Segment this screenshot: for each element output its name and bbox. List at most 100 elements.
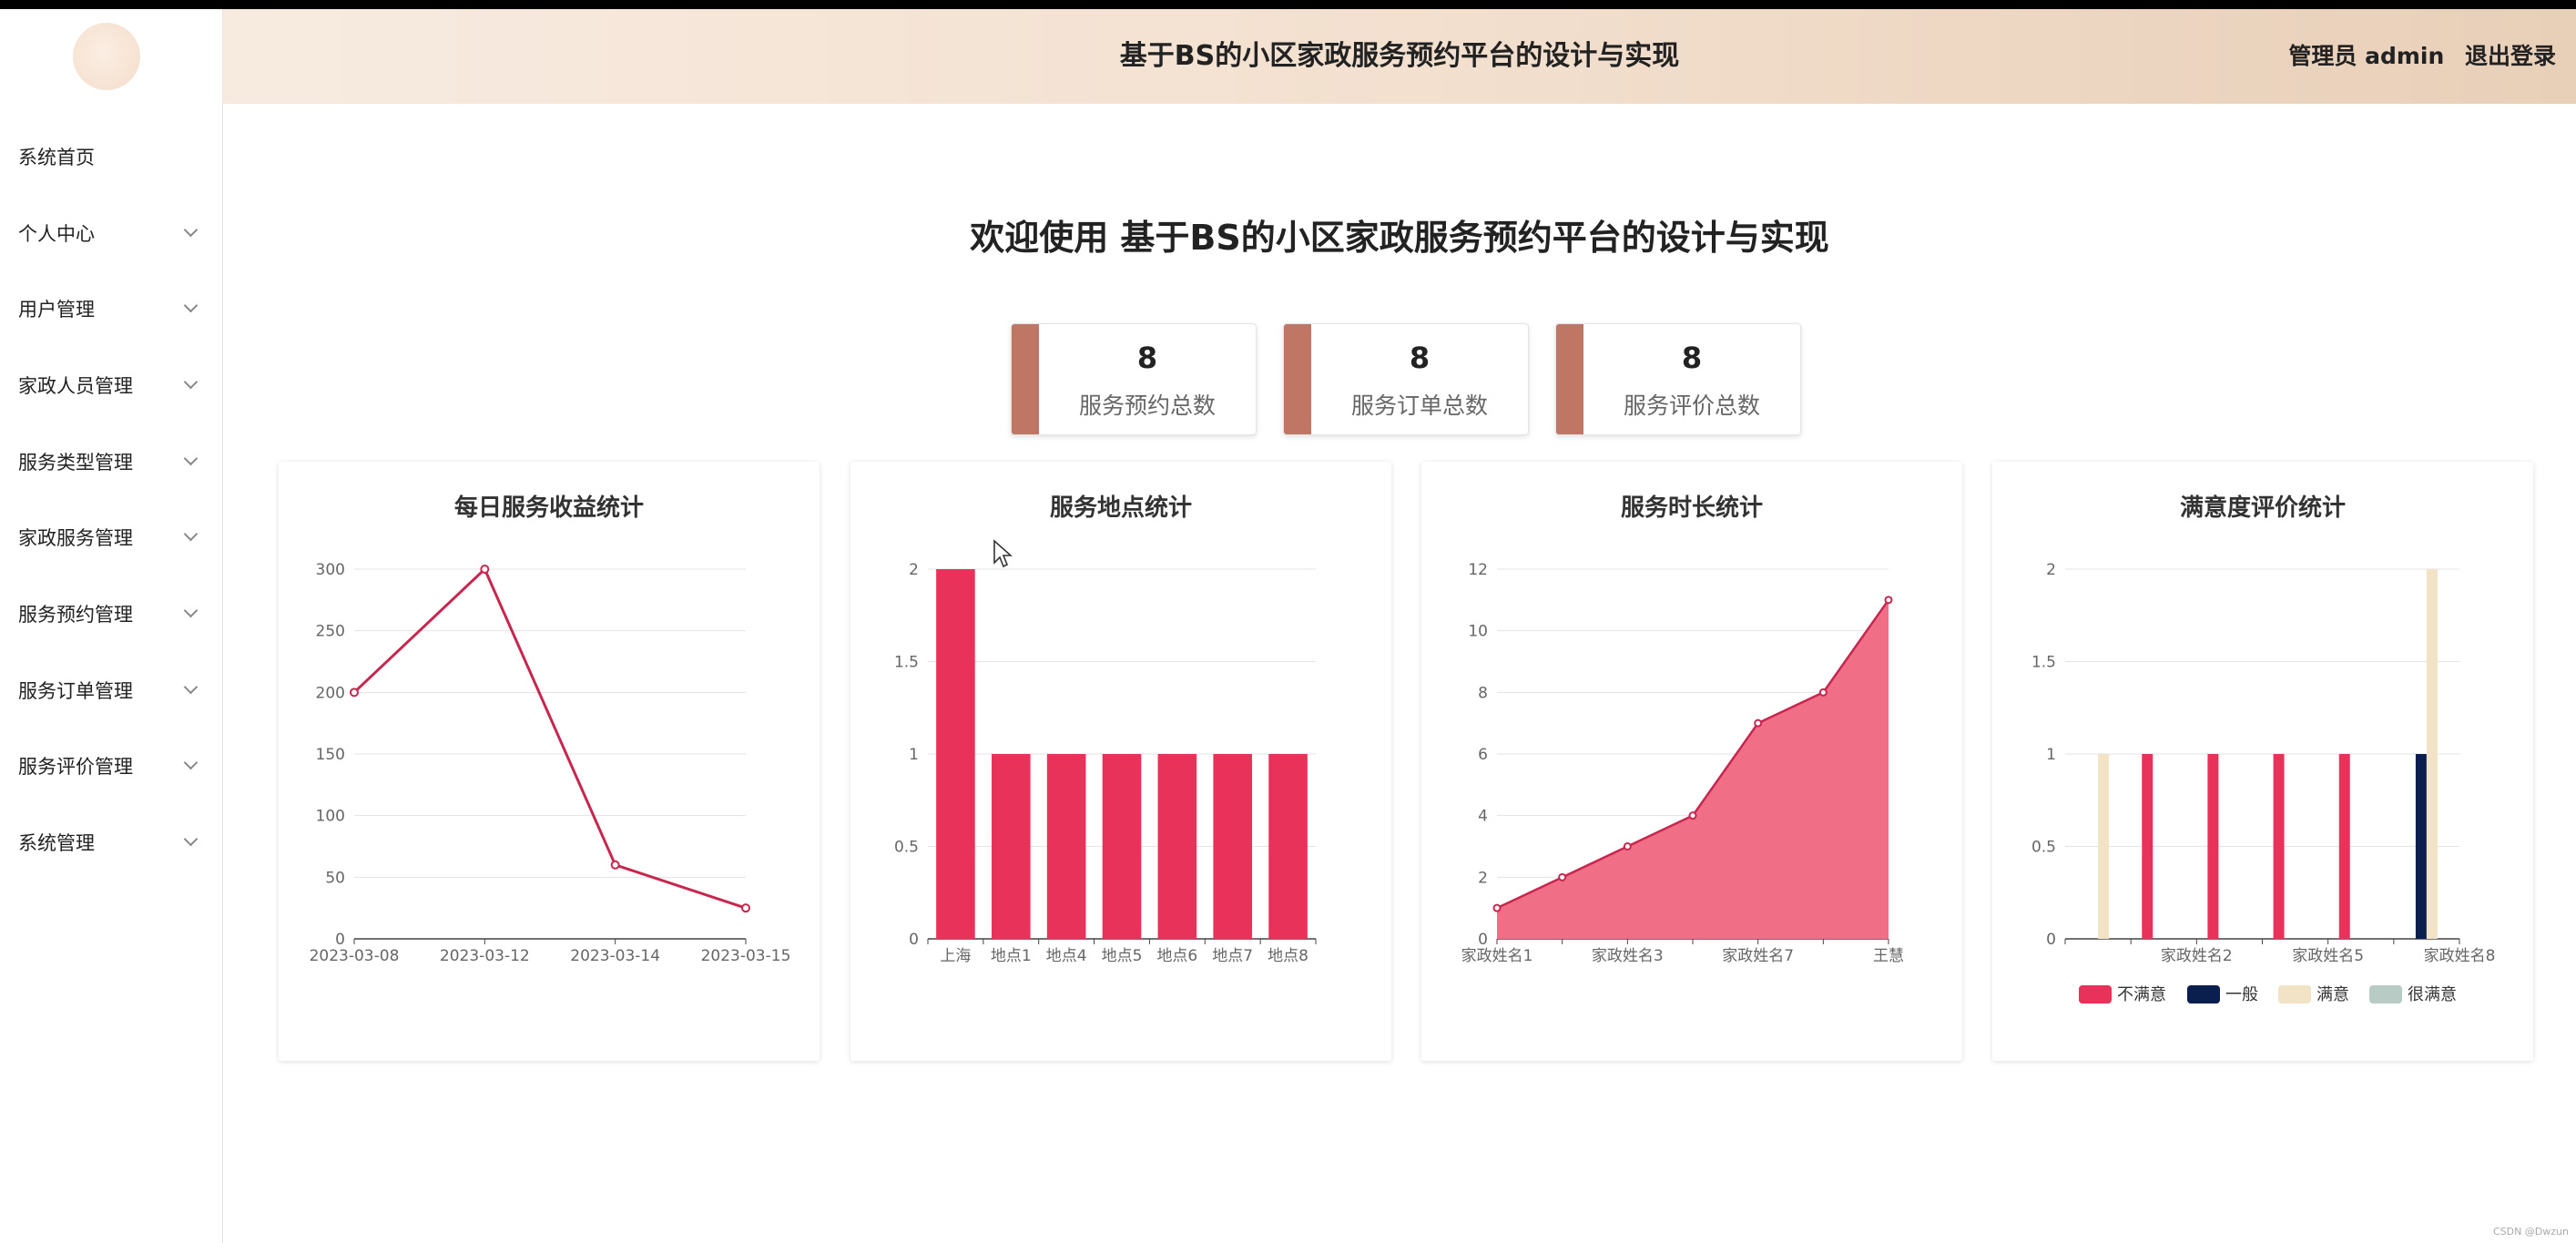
bar <box>936 569 975 939</box>
sidebar-item-label: 系统首页 <box>18 146 95 168</box>
x-tick-label: 地点6 <box>1156 947 1197 965</box>
y-tick-label: 300 <box>316 561 345 579</box>
series-area <box>1497 599 1889 939</box>
data-point <box>1754 718 1763 728</box>
sidebar: 系统首页个人中心用户管理家政人员管理 服务类型管理 家政服务管理服务预约管理服务订单… <box>0 9 223 1243</box>
y-tick-label: 1.5 <box>894 654 919 672</box>
sidebar-item-label: 系统管理 <box>18 832 95 855</box>
data-point <box>1623 842 1632 851</box>
legend-label: 一般 <box>2225 985 2258 1004</box>
revenue-line-chart: 0 50 100 150 200 250 300 2023-03-08 2023-03-12 20… <box>310 561 791 965</box>
sidebar-item-4[interactable]: 服务类型管理 <box>0 423 223 500</box>
welcome-title: 欢迎使用 基于BS的小区家政服务预约平台的设计与实现 <box>970 218 1829 258</box>
bar <box>1046 754 1086 939</box>
sidebar-item-9[interactable]: 系统管理 <box>0 804 223 881</box>
y-tick-label: 150 <box>316 746 345 764</box>
sidebar-item-2[interactable]: 用户管理 <box>0 270 223 347</box>
bar <box>2207 754 2219 939</box>
y-tick-label: 2 <box>2046 561 2056 579</box>
sidebar-item-3[interactable]: 家政人员管理 <box>0 347 223 423</box>
y-tick-label: 12 <box>1468 561 1488 579</box>
chevron-down-icon[interactable] <box>183 374 199 390</box>
chevron-down-icon[interactable] <box>183 603 199 618</box>
y-tick-label: 1 <box>909 746 919 764</box>
duration-area-chart: 0 2 4 6 8 10 12 家政姓名1 家政姓名3 家政姓名7 王慧 <box>1461 561 1904 965</box>
sidebar-item-8[interactable]: 服务评价管理 <box>0 728 223 805</box>
data-point <box>480 565 490 574</box>
sidebar-item-label: 用户管理 <box>18 299 95 321</box>
y-tick-label: 2 <box>909 561 919 579</box>
watermark: CSDN @Dwzun <box>2492 1226 2569 1238</box>
x-tick-label: 上海 <box>940 947 971 965</box>
stat-accent-bar <box>1556 324 1583 434</box>
x-tick-label: 家政姓名7 <box>1722 947 1794 965</box>
legend-label: 很满意 <box>2408 985 2457 1004</box>
stat-accent-bar <box>1284 324 1311 434</box>
y-tick-label: 0 <box>335 931 345 949</box>
bar <box>2142 754 2153 939</box>
y-tick-label: 1.5 <box>2031 654 2056 672</box>
legend-swatch <box>2278 985 2311 1004</box>
chevron-down-icon[interactable] <box>183 222 199 237</box>
chevron-down-icon[interactable] <box>183 831 199 847</box>
data-point <box>610 860 620 870</box>
chevron-down-icon[interactable] <box>183 679 199 694</box>
stat-value: 8 <box>1681 341 1703 375</box>
stat-label: 服务订单总数 <box>1350 392 1488 419</box>
sidebar-item-label: 家政人员管理 <box>18 374 133 397</box>
sidebar-menu: 系统首页个人中心用户管理家政人员管理 服务类型管理 家政服务管理服务预约管理服务订单… <box>0 118 223 881</box>
y-tick-label: 6 <box>1478 746 1488 764</box>
data-point <box>1558 872 1567 881</box>
sidebar-item-label: 服务类型管理 <box>18 451 133 474</box>
legend-label: 满意 <box>2316 985 2349 1004</box>
chart-card-duration: 服务时长统计 0 2 4 6 8 10 12 家政姓名1 家政姓名3 家政姓名7 王慧 <box>1421 462 1962 1061</box>
user-role-label: 管理员 admin <box>2288 43 2445 69</box>
sidebar-item-label: 家政服务管理 <box>18 527 133 550</box>
chevron-down-icon[interactable] <box>183 527 199 542</box>
sidebar-item-5[interactable]: 家政服务管理 <box>0 499 223 576</box>
chart-card-satisfaction: 满意度评价统计 0 0.5 1 1.5 2 家政姓名2 家政姓名5 家政姓名8 不满意 一般 满意很… <box>1992 462 2533 1061</box>
window-top-bar <box>0 0 2576 9</box>
legend-label: 不满意 <box>2117 985 2166 1004</box>
bar <box>1268 754 1308 939</box>
y-tick-label: 8 <box>1478 684 1488 702</box>
data-point <box>1688 811 1697 820</box>
stat-label: 服务评价总数 <box>1623 392 1760 419</box>
stat-label: 服务预约总数 <box>1078 392 1216 419</box>
bar <box>2098 754 2110 939</box>
series-line <box>352 566 747 910</box>
stat-card-appointments: 8 服务预约总数 <box>1011 323 1257 435</box>
sidebar-item-label: 个人中心 <box>18 222 95 245</box>
sidebar-item-7[interactable]: 服务订单管理 <box>0 652 223 728</box>
x-tick-label: 2023-03-12 <box>440 947 530 965</box>
data-point <box>741 903 750 913</box>
logout-link[interactable]: 退出登录 <box>2465 43 2556 69</box>
satisfaction-bar-chart: 0 0.5 1 1.5 2 家政姓名2 家政姓名5 家政姓名8 不满意 一般 满意 很满意 <box>2031 561 2495 1004</box>
sidebar-item-label: 服务订单管理 <box>18 679 133 702</box>
bar <box>2426 569 2438 939</box>
stat-accent-bar <box>1012 324 1039 434</box>
y-tick-label: 4 <box>1478 808 1488 826</box>
legend-swatch <box>2187 985 2220 1004</box>
x-tick-label: 地点5 <box>1102 947 1143 965</box>
legend-swatch <box>2079 985 2112 1004</box>
sidebar-item-0[interactable]: 系统首页 <box>0 118 223 195</box>
bar <box>1213 754 1253 939</box>
sidebar-item-1[interactable]: 个人中心 <box>0 195 223 271</box>
chevron-down-icon[interactable] <box>183 756 199 770</box>
x-tick-label: 地点1 <box>991 947 1032 965</box>
x-tick-label: 王慧 <box>1873 947 1904 965</box>
sidebar-item-6[interactable]: 服务预约管理 <box>0 576 223 652</box>
chevron-down-icon[interactable] <box>183 451 199 465</box>
y-tick-label: 50 <box>325 869 345 887</box>
chevron-down-icon[interactable] <box>183 298 199 313</box>
sidebar-item-label: 服务评价管理 <box>18 756 133 779</box>
data-point <box>350 688 359 698</box>
mouse-cursor-icon <box>993 539 1013 568</box>
data-point <box>1818 688 1828 697</box>
avatar[interactable] <box>73 23 140 90</box>
y-tick-label: 1 <box>2046 746 2056 764</box>
legend-swatch <box>2369 985 2402 1004</box>
bar <box>1157 754 1197 939</box>
chart-card-location: 服务地点统计 0 0.5 1 1.5 2 上海 地点1 地点4 地点5 地点6 地点7 地点8 <box>850 462 1391 1061</box>
